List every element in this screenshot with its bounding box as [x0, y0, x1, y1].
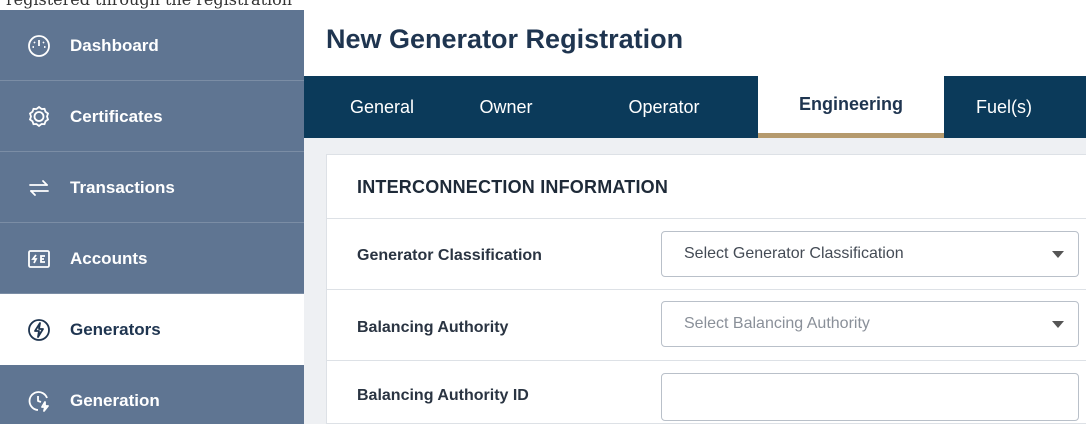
transfer-arrows-icon [26, 175, 52, 201]
section-title: INTERCONNECTION INFORMATION [357, 177, 669, 197]
clock-bolt-icon [26, 388, 52, 414]
sidebar-item-dashboard[interactable]: Dashboard [0, 10, 304, 81]
sidebar-item-generation[interactable]: Generation [0, 365, 304, 424]
sidebar-item-certificates[interactable]: Certificates [0, 81, 304, 152]
sidebar-item-generators[interactable]: Generators [0, 294, 304, 365]
balancing-authority-select[interactable]: Select Balancing Authority [661, 301, 1079, 347]
divider [327, 218, 1086, 219]
page-title: New Generator Registration [326, 24, 684, 54]
tab-engineering[interactable]: Engineering [758, 76, 944, 138]
main-panel: New Generator Registration General Owner… [304, 10, 1086, 424]
select-placeholder: Select Balancing Authority [684, 315, 870, 332]
interconnection-card: INTERCONNECTION INFORMATION Generator Cl… [326, 154, 1086, 424]
tab-owner[interactable]: Owner [456, 76, 556, 138]
certificate-badge-icon [26, 104, 52, 130]
chevron-down-icon [1052, 321, 1064, 328]
account-wallet-icon [26, 246, 52, 272]
tab-general[interactable]: General [336, 76, 428, 138]
generator-classification-select[interactable]: Select Generator Classification [661, 231, 1079, 277]
balancing-authority-id-label: Balancing Authority ID [357, 387, 529, 404]
sidebar-item-accounts[interactable]: Accounts [0, 223, 304, 294]
balancing-authority-id-input[interactable] [661, 373, 1079, 421]
sidebar-item-label: Generators [70, 319, 161, 339]
sidebar-item-label: Transactions [70, 177, 175, 197]
divider [327, 360, 1086, 361]
tab-bar: General Owner Operator Engineering Fuel(… [304, 76, 1086, 138]
form-content-area: INTERCONNECTION INFORMATION Generator Cl… [304, 138, 1086, 424]
sidebar-item-transactions[interactable]: Transactions [0, 152, 304, 223]
sidebar: Dashboard Certificates Transactions Acco… [0, 10, 304, 424]
tab-fuels[interactable]: Fuel(s) [954, 76, 1054, 138]
select-value: Select Generator Classification [684, 245, 904, 262]
gauge-icon [26, 33, 52, 59]
balancing-authority-label: Balancing Authority [357, 319, 509, 336]
generator-classification-label: Generator Classification [357, 247, 542, 264]
sidebar-item-label: Generation [70, 390, 160, 410]
sidebar-item-label: Dashboard [70, 35, 159, 55]
sidebar-item-label: Accounts [70, 248, 148, 268]
caption-text: registered through the registration [6, 0, 292, 9]
tab-operator[interactable]: Operator [604, 76, 724, 138]
chevron-down-icon [1052, 251, 1064, 258]
divider [327, 289, 1086, 290]
lightning-bolt-icon [26, 317, 52, 343]
sidebar-item-label: Certificates [70, 106, 163, 126]
top-caption-fragment: registered through the registration [0, 0, 1086, 10]
